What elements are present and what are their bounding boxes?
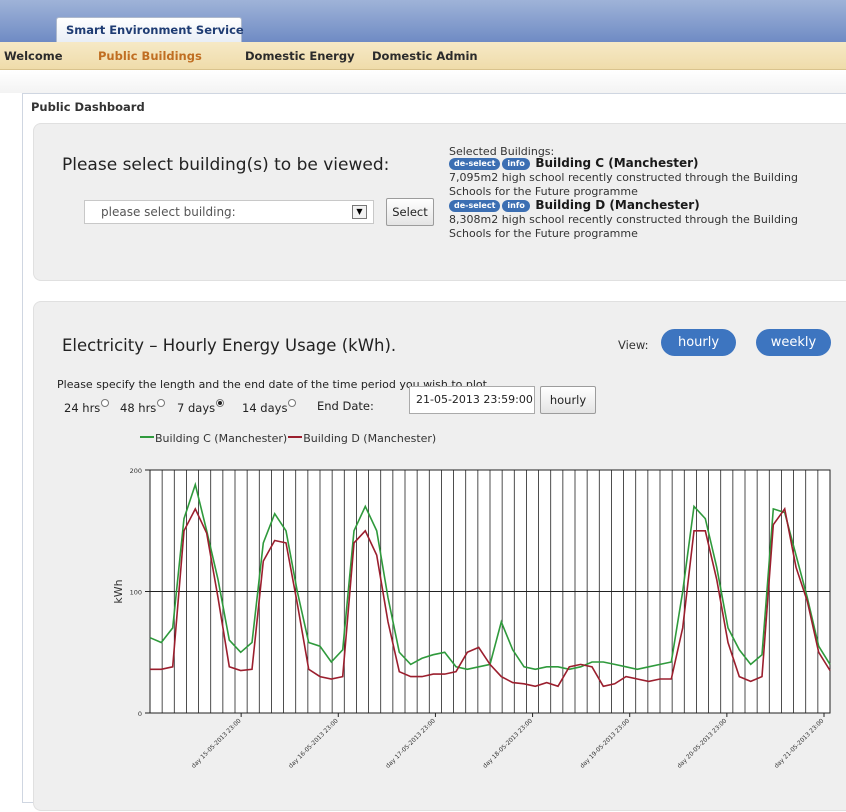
building-select-panel: Please select building(s) to be viewed: … — [33, 123, 846, 281]
y-tick-label: 200 — [130, 467, 142, 475]
deselect-button[interactable]: de-select — [449, 200, 501, 212]
y-axis-label: kWh — [112, 579, 125, 603]
menu-item-domestic-admin[interactable]: Domestic Admin — [372, 49, 478, 63]
building-name: Building D (Manchester) — [535, 198, 700, 212]
building-description: Schools for the Future programme — [449, 185, 638, 198]
select-heading: Please select building(s) to be viewed: — [62, 155, 390, 175]
main-menu: Welcome Public Buildings Domestic Energy… — [0, 42, 846, 70]
info-button[interactable]: info — [502, 158, 530, 170]
building-name: Building C (Manchester) — [535, 156, 699, 170]
x-tick-label: day 19-05-2013 23:00 — [579, 717, 631, 769]
x-tick-label: day 16-05-2013 23:00 — [287, 717, 339, 769]
x-tick-label: day 17-05-2013 23:00 — [385, 717, 437, 769]
dashboard-title: Public Dashboard — [31, 100, 145, 114]
building-description: 8,308m2 high school recently constructed… — [449, 213, 798, 226]
menu-item-welcome[interactable]: Welcome — [4, 49, 63, 63]
app-tab[interactable]: Smart Environment Service — [56, 17, 244, 42]
info-button[interactable]: info — [502, 200, 530, 212]
selected-building-c: de-select info Building C (Manchester) — [449, 156, 699, 170]
public-dashboard: Public Dashboard Please select building(… — [22, 93, 846, 811]
energy-chart-panel: Electricity – Hourly Energy Usage (kWh).… — [33, 301, 846, 811]
x-tick-label: day 15-05-2013 23:00 — [190, 717, 242, 769]
menu-item-domestic-energy[interactable]: Domestic Energy — [245, 49, 355, 63]
app-header: Smart Environment Service — [0, 0, 846, 42]
building-description: 7,095m2 high school recently constructed… — [449, 171, 798, 184]
menu-item-public-buildings[interactable]: Public Buildings — [98, 49, 202, 63]
menu-separator — [0, 71, 846, 93]
selected-building-d: de-select info Building D (Manchester) — [449, 198, 700, 212]
chevron-down-icon[interactable]: ▼ — [352, 205, 367, 219]
deselect-button[interactable]: de-select — [449, 158, 501, 170]
x-tick-label: day 21-05-2013 23:00 — [773, 717, 825, 769]
x-tick-label: day 18-05-2013 23:00 — [482, 717, 534, 769]
building-dropdown-value: please select building: — [101, 205, 236, 219]
select-building-button[interactable]: Select — [386, 198, 434, 226]
x-tick-label: day 20-05-2013 23:00 — [676, 717, 728, 769]
building-description: Schools for the Future programme — [449, 227, 638, 240]
building-dropdown[interactable]: please select building: ▼ — [84, 200, 374, 224]
y-tick-label: 0 — [138, 710, 142, 718]
energy-line-chart: 0 100 200 kWh day 15-05-2013 23:00 day 16-05-… — [112, 467, 831, 770]
y-tick-label: 100 — [130, 589, 142, 597]
